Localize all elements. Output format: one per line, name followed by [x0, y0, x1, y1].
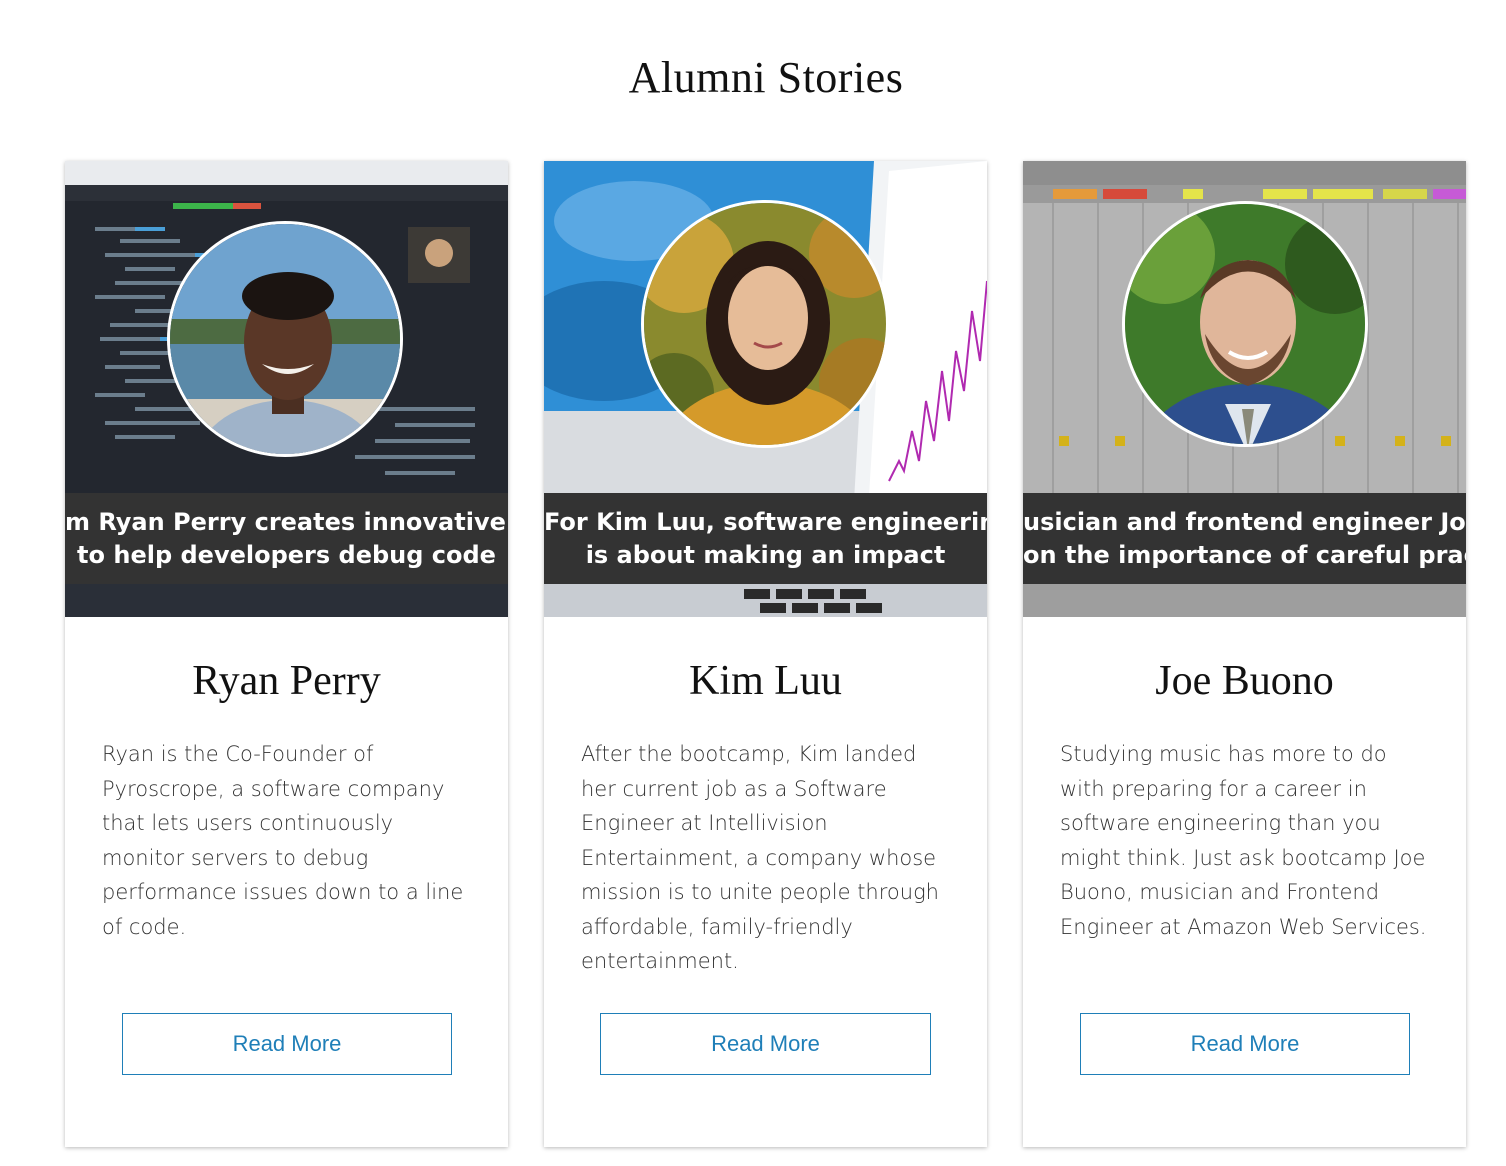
story-headline-line-1: usician and frontend engineer Joe Buo [1023, 507, 1466, 536]
alumni-name: Kim Luu [689, 658, 842, 704]
alumni-description: Ryan is the Co-Founder of Pyroscrope, a … [102, 742, 464, 939]
story-headline-line-1: For Kim Luu, software engineering [544, 507, 987, 536]
story-headline: m Ryan Perry creates innovative softw to… [65, 493, 508, 584]
alumni-card-ryan-perry: m Ryan Perry creates innovative softw to… [65, 161, 508, 1147]
story-headline-line-1: m Ryan Perry creates innovative softw [65, 507, 508, 536]
hero-image: For Kim Luu, software engineering is abo… [544, 161, 987, 617]
story-headline-line-2: on the importance of careful practice [1023, 540, 1466, 569]
alumni-card-kim-luu: For Kim Luu, software engineering is abo… [544, 161, 987, 1147]
alumni-name: Joe Buono [1155, 658, 1334, 704]
ryan-perry-portrait [167, 221, 403, 457]
story-headline: usician and frontend engineer Joe Buo on… [1023, 493, 1466, 584]
joe-buono-portrait [1122, 201, 1368, 447]
kim-luu-portrait [641, 200, 889, 448]
read-more-button[interactable]: Read More [122, 1013, 452, 1075]
hero-image: usician and frontend engineer Joe Buo on… [1023, 161, 1466, 617]
alumni-card-joe-buono: usician and frontend engineer Joe Buo on… [1023, 161, 1466, 1147]
story-headline-line-2: to help developers debug code [77, 540, 496, 569]
read-more-button[interactable]: Read More [600, 1013, 931, 1075]
alumni-name: Ryan Perry [192, 658, 381, 704]
page-title: Alumni Stories [628, 53, 904, 102]
read-more-button[interactable]: Read More [1080, 1013, 1410, 1075]
story-headline-line-2: is about making an impact [585, 540, 946, 569]
alumni-description: After the bootcamp, Kim landed her curre… [581, 742, 939, 973]
hero-image: m Ryan Perry creates innovative softw to… [65, 161, 508, 617]
alumni-description: Studying music has more to do with prepa… [1060, 742, 1427, 939]
story-headline: For Kim Luu, software engineering is abo… [544, 493, 987, 584]
